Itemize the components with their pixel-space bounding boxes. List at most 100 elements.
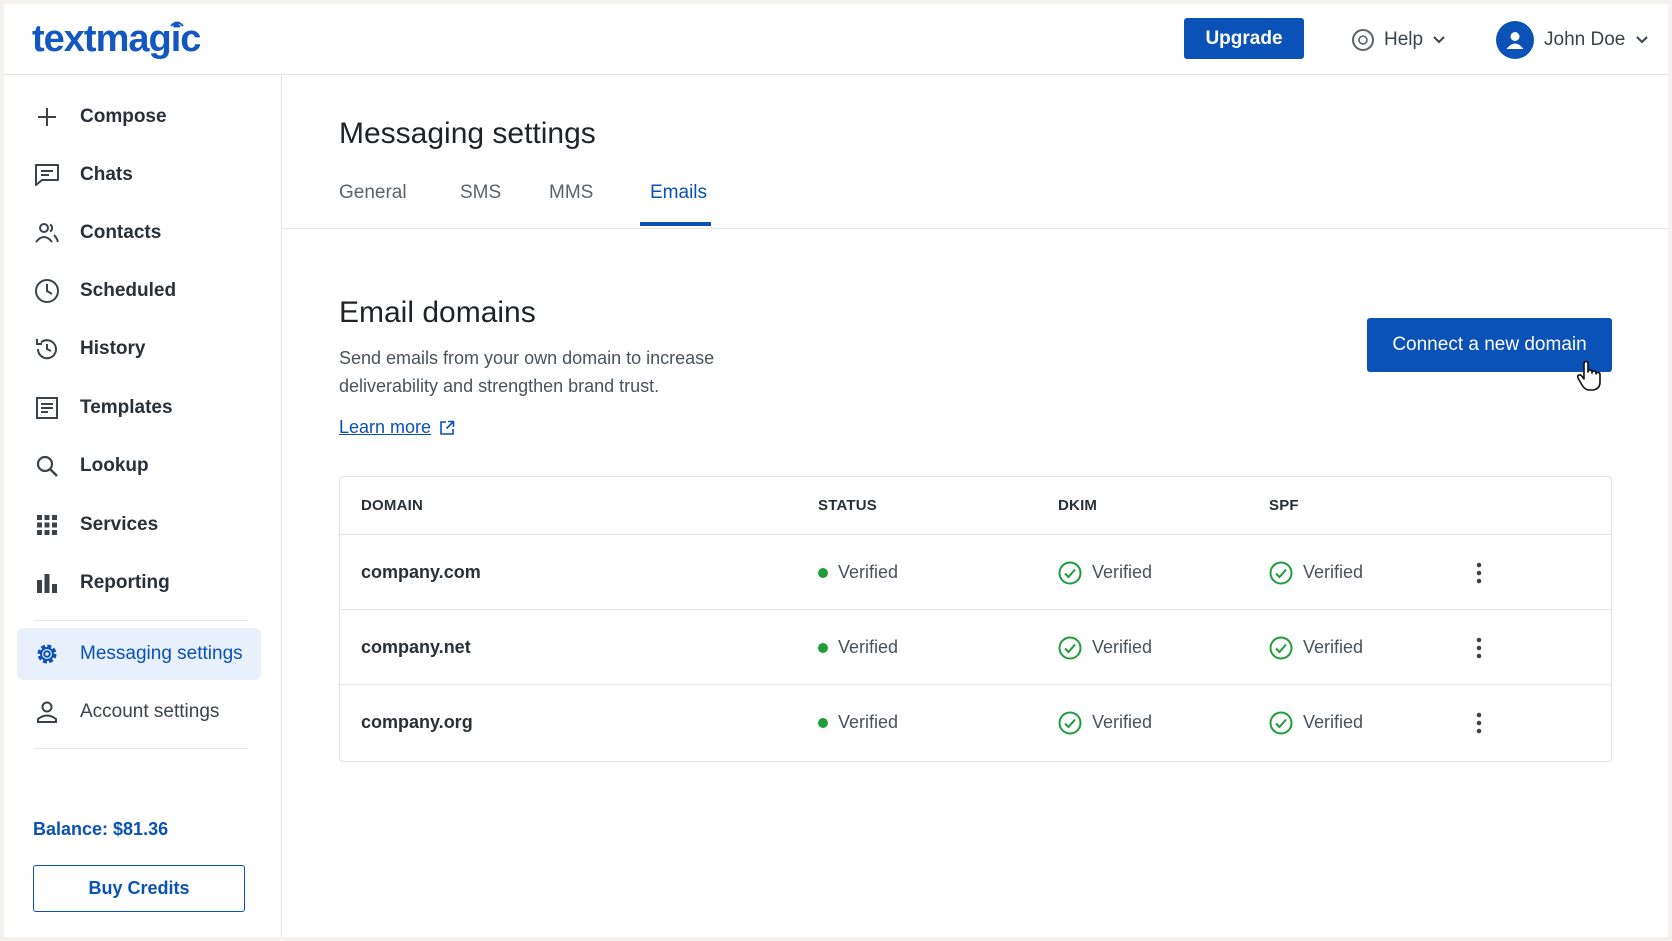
bar-chart-icon [32, 568, 62, 598]
history-icon [32, 334, 62, 364]
person-icon [32, 697, 62, 727]
sidebar-item-label: Account settings [80, 701, 220, 722]
buy-credits-button[interactable]: Buy Credits [33, 865, 245, 912]
section-description: Send emails from your own domain to incr… [339, 348, 715, 396]
row-menu-button[interactable] [1475, 610, 1483, 685]
dkim-cell: Verified [1058, 685, 1152, 760]
avatar [1496, 21, 1534, 59]
balance-text: Balance: $81.36 [33, 819, 169, 839]
sidebar-item-label: Reporting [80, 572, 170, 593]
status-cell: Verified [818, 535, 898, 610]
section-title: Email domains [339, 296, 536, 329]
sidebar-item-templates[interactable]: Templates [17, 382, 261, 434]
learn-more-link[interactable]: Learn more [339, 417, 455, 438]
spf-text: Verified [1303, 562, 1364, 582]
tab-sms[interactable]: SMS [460, 182, 501, 228]
contacts-icon [32, 218, 62, 248]
sidebar-item-label: History [80, 338, 146, 359]
sidebar-item-label: Lookup [80, 455, 149, 476]
tab-mms[interactable]: MMS [549, 182, 593, 228]
sidebar-item-label: Templates [80, 397, 173, 418]
more-vertical-icon [1476, 562, 1482, 583]
sidebar-item-label: Scheduled [80, 280, 177, 301]
help-menu[interactable]: Help [1351, 26, 1446, 54]
page-title: Messaging settings [339, 117, 596, 150]
more-vertical-icon [1476, 637, 1482, 658]
upgrade-button[interactable]: Upgrade [1184, 18, 1304, 59]
column-header-status: STATUS [818, 497, 877, 514]
table-row: company.org Verified Verified Verified [340, 685, 1611, 760]
sidebar-item-reporting[interactable]: Reporting [17, 557, 261, 609]
grid-icon [32, 510, 62, 540]
sidebar-item-label: Services [80, 514, 159, 535]
table-row: company.com Verified Verified Verified [340, 535, 1611, 610]
sidebar-item-lookup[interactable]: Lookup [17, 440, 261, 492]
email-domains-table: DOMAIN STATUS DKIM SPF company.com Verif… [339, 476, 1612, 762]
logo-wave-icon [170, 21, 184, 28]
help-icon [1352, 29, 1374, 51]
external-link-icon [440, 420, 455, 435]
more-vertical-icon [1476, 712, 1482, 733]
sidebar-item-history[interactable]: History [17, 323, 261, 375]
user-menu[interactable]: John Doe [1496, 21, 1649, 59]
tab-general[interactable]: General [339, 182, 407, 228]
check-circle-icon [1058, 561, 1082, 584]
spf-text: Verified [1303, 637, 1364, 657]
sidebar-divider [34, 748, 248, 749]
user-icon [1506, 32, 1524, 49]
sidebar-divider [34, 620, 248, 621]
sidebar-item-scheduled[interactable]: Scheduled [17, 265, 261, 317]
sidebar-item-contacts[interactable]: Contacts [17, 207, 261, 259]
sidebar-item-compose[interactable]: Compose [17, 91, 261, 143]
gear-icon [32, 639, 62, 669]
status-dot-icon [818, 642, 828, 653]
dkim-cell: Verified [1058, 610, 1152, 685]
check-circle-icon [1058, 711, 1082, 734]
sidebar: Compose Chats Contacts Scheduled History [4, 75, 282, 937]
status-cell: Verified [818, 610, 898, 685]
sidebar-item-account-settings[interactable]: Account settings [17, 686, 261, 738]
chat-icon [32, 160, 62, 190]
hand-cursor-icon [1576, 360, 1601, 391]
check-circle-icon [1269, 561, 1293, 584]
column-header-dkim: DKIM [1058, 497, 1098, 514]
column-header-domain: DOMAIN [361, 497, 424, 514]
help-label: Help [1384, 29, 1424, 50]
chevron-down-icon [1433, 36, 1445, 44]
template-icon [32, 393, 62, 423]
sidebar-item-label: Compose [80, 106, 167, 127]
spf-cell: Verified [1269, 535, 1363, 610]
check-circle-icon [1269, 711, 1293, 734]
row-menu-button[interactable] [1475, 535, 1483, 610]
active-tab-indicator [640, 222, 711, 226]
sidebar-item-chats[interactable]: Chats [17, 149, 261, 201]
sidebar-item-services[interactable]: Services [17, 499, 261, 551]
status-dot-icon [818, 567, 828, 578]
spf-text: Verified [1303, 712, 1364, 732]
status-text: Verified [838, 712, 899, 732]
sidebar-item-messaging-settings[interactable]: Messaging settings [17, 628, 261, 680]
status-dot-icon [818, 717, 828, 728]
check-circle-icon [1058, 636, 1082, 659]
clock-icon [32, 276, 62, 306]
top-bar: textmagic Upgrade Help John Doe [4, 4, 1668, 75]
learn-more-label: Learn more [339, 417, 432, 437]
domain-name: company.org [361, 712, 473, 732]
chevron-down-icon [1636, 36, 1649, 44]
status-text: Verified [838, 562, 899, 582]
table-row: company.net Verified Verified Verified [340, 610, 1611, 685]
settings-tabs: General SMS MMS Emails [283, 164, 1668, 229]
row-menu-button[interactable] [1475, 685, 1483, 760]
search-icon [32, 451, 62, 481]
status-cell: Verified [818, 685, 898, 760]
dkim-text: Verified [1092, 712, 1153, 732]
sidebar-item-label: Contacts [80, 222, 162, 243]
app-window: textmagic Upgrade Help John Doe Compose … [4, 4, 1668, 937]
domain-name: company.com [361, 562, 481, 582]
dkim-text: Verified [1092, 637, 1153, 657]
status-text: Verified [838, 637, 899, 657]
sidebar-item-label: Chats [80, 164, 133, 185]
column-header-spf: SPF [1269, 497, 1299, 514]
spf-cell: Verified [1269, 610, 1363, 685]
domain-name: company.net [361, 637, 471, 657]
